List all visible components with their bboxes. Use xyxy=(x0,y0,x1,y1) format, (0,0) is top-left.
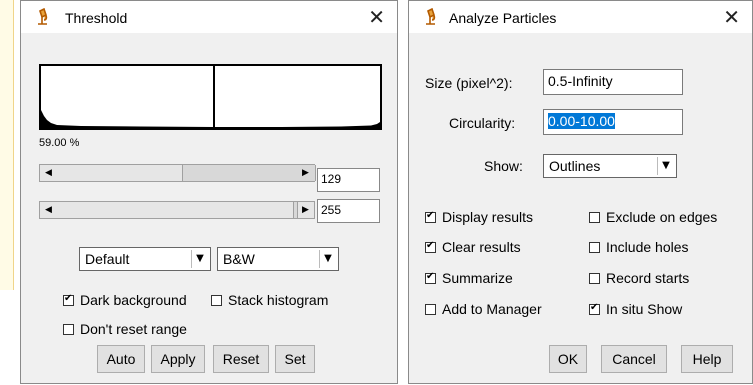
checkbox-box[interactable] xyxy=(63,293,74,306)
circularity-input[interactable]: 0.00-10.00 xyxy=(543,109,683,135)
checkbox-label: Summarize xyxy=(442,270,513,286)
method-select-value: Default xyxy=(85,251,130,267)
close-icon[interactable]: ✕ xyxy=(368,5,385,29)
analyze-titlebar[interactable]: Analyze Particles ✕ xyxy=(409,1,752,33)
slider-left-arrow-icon[interactable]: ◀ xyxy=(40,202,57,218)
checkbox-box[interactable] xyxy=(211,294,222,306)
checkbox-box[interactable] xyxy=(425,303,436,315)
min-threshold-slider[interactable]: ◀ ▶ xyxy=(39,164,316,182)
histogram-plot xyxy=(41,110,380,128)
checkbox-label: Add to Manager xyxy=(442,301,542,317)
dont-reset-range-checkbox[interactable]: Don't reset range xyxy=(63,320,187,338)
stack-histogram-checkbox[interactable]: Stack histogram xyxy=(211,291,328,309)
checkbox-box[interactable] xyxy=(589,272,600,284)
threshold-dialog: Threshold ✕ 59.00 % ◀ ▶ 129 ◀ ▶ 255 Defa… xyxy=(20,0,398,384)
close-icon[interactable]: ✕ xyxy=(723,5,740,29)
microscope-icon xyxy=(38,8,48,25)
mode-select[interactable]: B&W ▼ xyxy=(217,247,339,271)
show-label: Show: xyxy=(484,158,523,174)
max-threshold-slider[interactable]: ◀ ▶ xyxy=(39,201,315,219)
checkbox-box[interactable] xyxy=(425,271,436,284)
checkbox-box[interactable] xyxy=(589,241,600,253)
checkbox-box[interactable] xyxy=(425,210,436,223)
checkbox-box[interactable] xyxy=(589,302,600,315)
chevron-down-icon: ▼ xyxy=(319,250,336,268)
histogram xyxy=(39,64,382,130)
analyze-particles-dialog: Analyze Particles ✕ Size (pixel^2): 0.5-… xyxy=(408,0,753,384)
in-situ-show-checkbox[interactable]: In situ Show xyxy=(589,300,682,318)
size-label: Size (pixel^2): xyxy=(425,75,513,91)
size-input[interactable]: 0.5-Infinity xyxy=(543,69,683,95)
checkbox-box[interactable] xyxy=(589,211,600,223)
auto-button[interactable]: Auto xyxy=(97,345,145,373)
include-holes-checkbox[interactable]: Include holes xyxy=(589,238,689,256)
checkbox-label: Dark background xyxy=(80,292,187,308)
summarize-checkbox[interactable]: Summarize xyxy=(425,269,513,287)
apply-button[interactable]: Apply xyxy=(151,345,205,373)
window-title: Threshold xyxy=(65,10,128,26)
slider-thumb[interactable] xyxy=(182,165,316,181)
checkbox-label: In situ Show xyxy=(606,301,683,317)
dark-background-checkbox[interactable]: Dark background xyxy=(63,291,187,309)
circularity-label: Circularity: xyxy=(449,115,516,131)
min-threshold-value[interactable]: 129 xyxy=(317,168,380,192)
display-results-checkbox[interactable]: Display results xyxy=(425,208,533,226)
method-select[interactable]: Default ▼ xyxy=(79,247,211,271)
slider-right-arrow-icon[interactable]: ▶ xyxy=(297,202,314,218)
help-button[interactable]: Help xyxy=(681,345,733,373)
checkbox-label: Exclude on edges xyxy=(606,209,718,225)
add-to-manager-checkbox[interactable]: Add to Manager xyxy=(425,300,542,318)
show-select-value: Outlines xyxy=(549,158,601,174)
set-button[interactable]: Set xyxy=(275,345,315,373)
checkbox-label: Display results xyxy=(442,209,534,225)
checkbox-label: Stack histogram xyxy=(228,292,329,308)
max-threshold-value[interactable]: 255 xyxy=(317,199,380,223)
threshold-marker xyxy=(213,66,215,128)
show-select[interactable]: Outlines ▼ xyxy=(543,154,677,178)
slider-right-arrow-icon[interactable]: ▶ xyxy=(297,165,314,181)
checkbox-label: Record starts xyxy=(606,270,690,286)
clear-results-checkbox[interactable]: Clear results xyxy=(425,238,521,256)
microscope-icon xyxy=(426,8,436,25)
ok-button[interactable]: OK xyxy=(549,345,587,373)
reset-button[interactable]: Reset xyxy=(213,345,269,373)
percent-label: 59.00 % xyxy=(39,137,80,149)
chevron-down-icon: ▼ xyxy=(191,250,208,268)
background-window-strip xyxy=(0,0,14,290)
checkbox-label: Clear results xyxy=(442,239,521,255)
cancel-button[interactable]: Cancel xyxy=(601,345,667,373)
checkbox-box[interactable] xyxy=(425,240,436,253)
chevron-down-icon: ▼ xyxy=(657,157,674,175)
exclude-on-edges-checkbox[interactable]: Exclude on edges xyxy=(589,208,717,226)
slider-left-arrow-icon[interactable]: ◀ xyxy=(40,165,57,181)
checkbox-box[interactable] xyxy=(63,323,74,335)
checkbox-label: Don't reset range xyxy=(80,321,187,337)
record-starts-checkbox[interactable]: Record starts xyxy=(589,269,689,287)
threshold-titlebar[interactable]: Threshold ✕ xyxy=(21,1,397,33)
mode-select-value: B&W xyxy=(223,251,255,267)
circularity-value: 0.00-10.00 xyxy=(548,113,615,129)
checkbox-label: Include holes xyxy=(606,239,689,255)
window-title: Analyze Particles xyxy=(449,10,557,26)
